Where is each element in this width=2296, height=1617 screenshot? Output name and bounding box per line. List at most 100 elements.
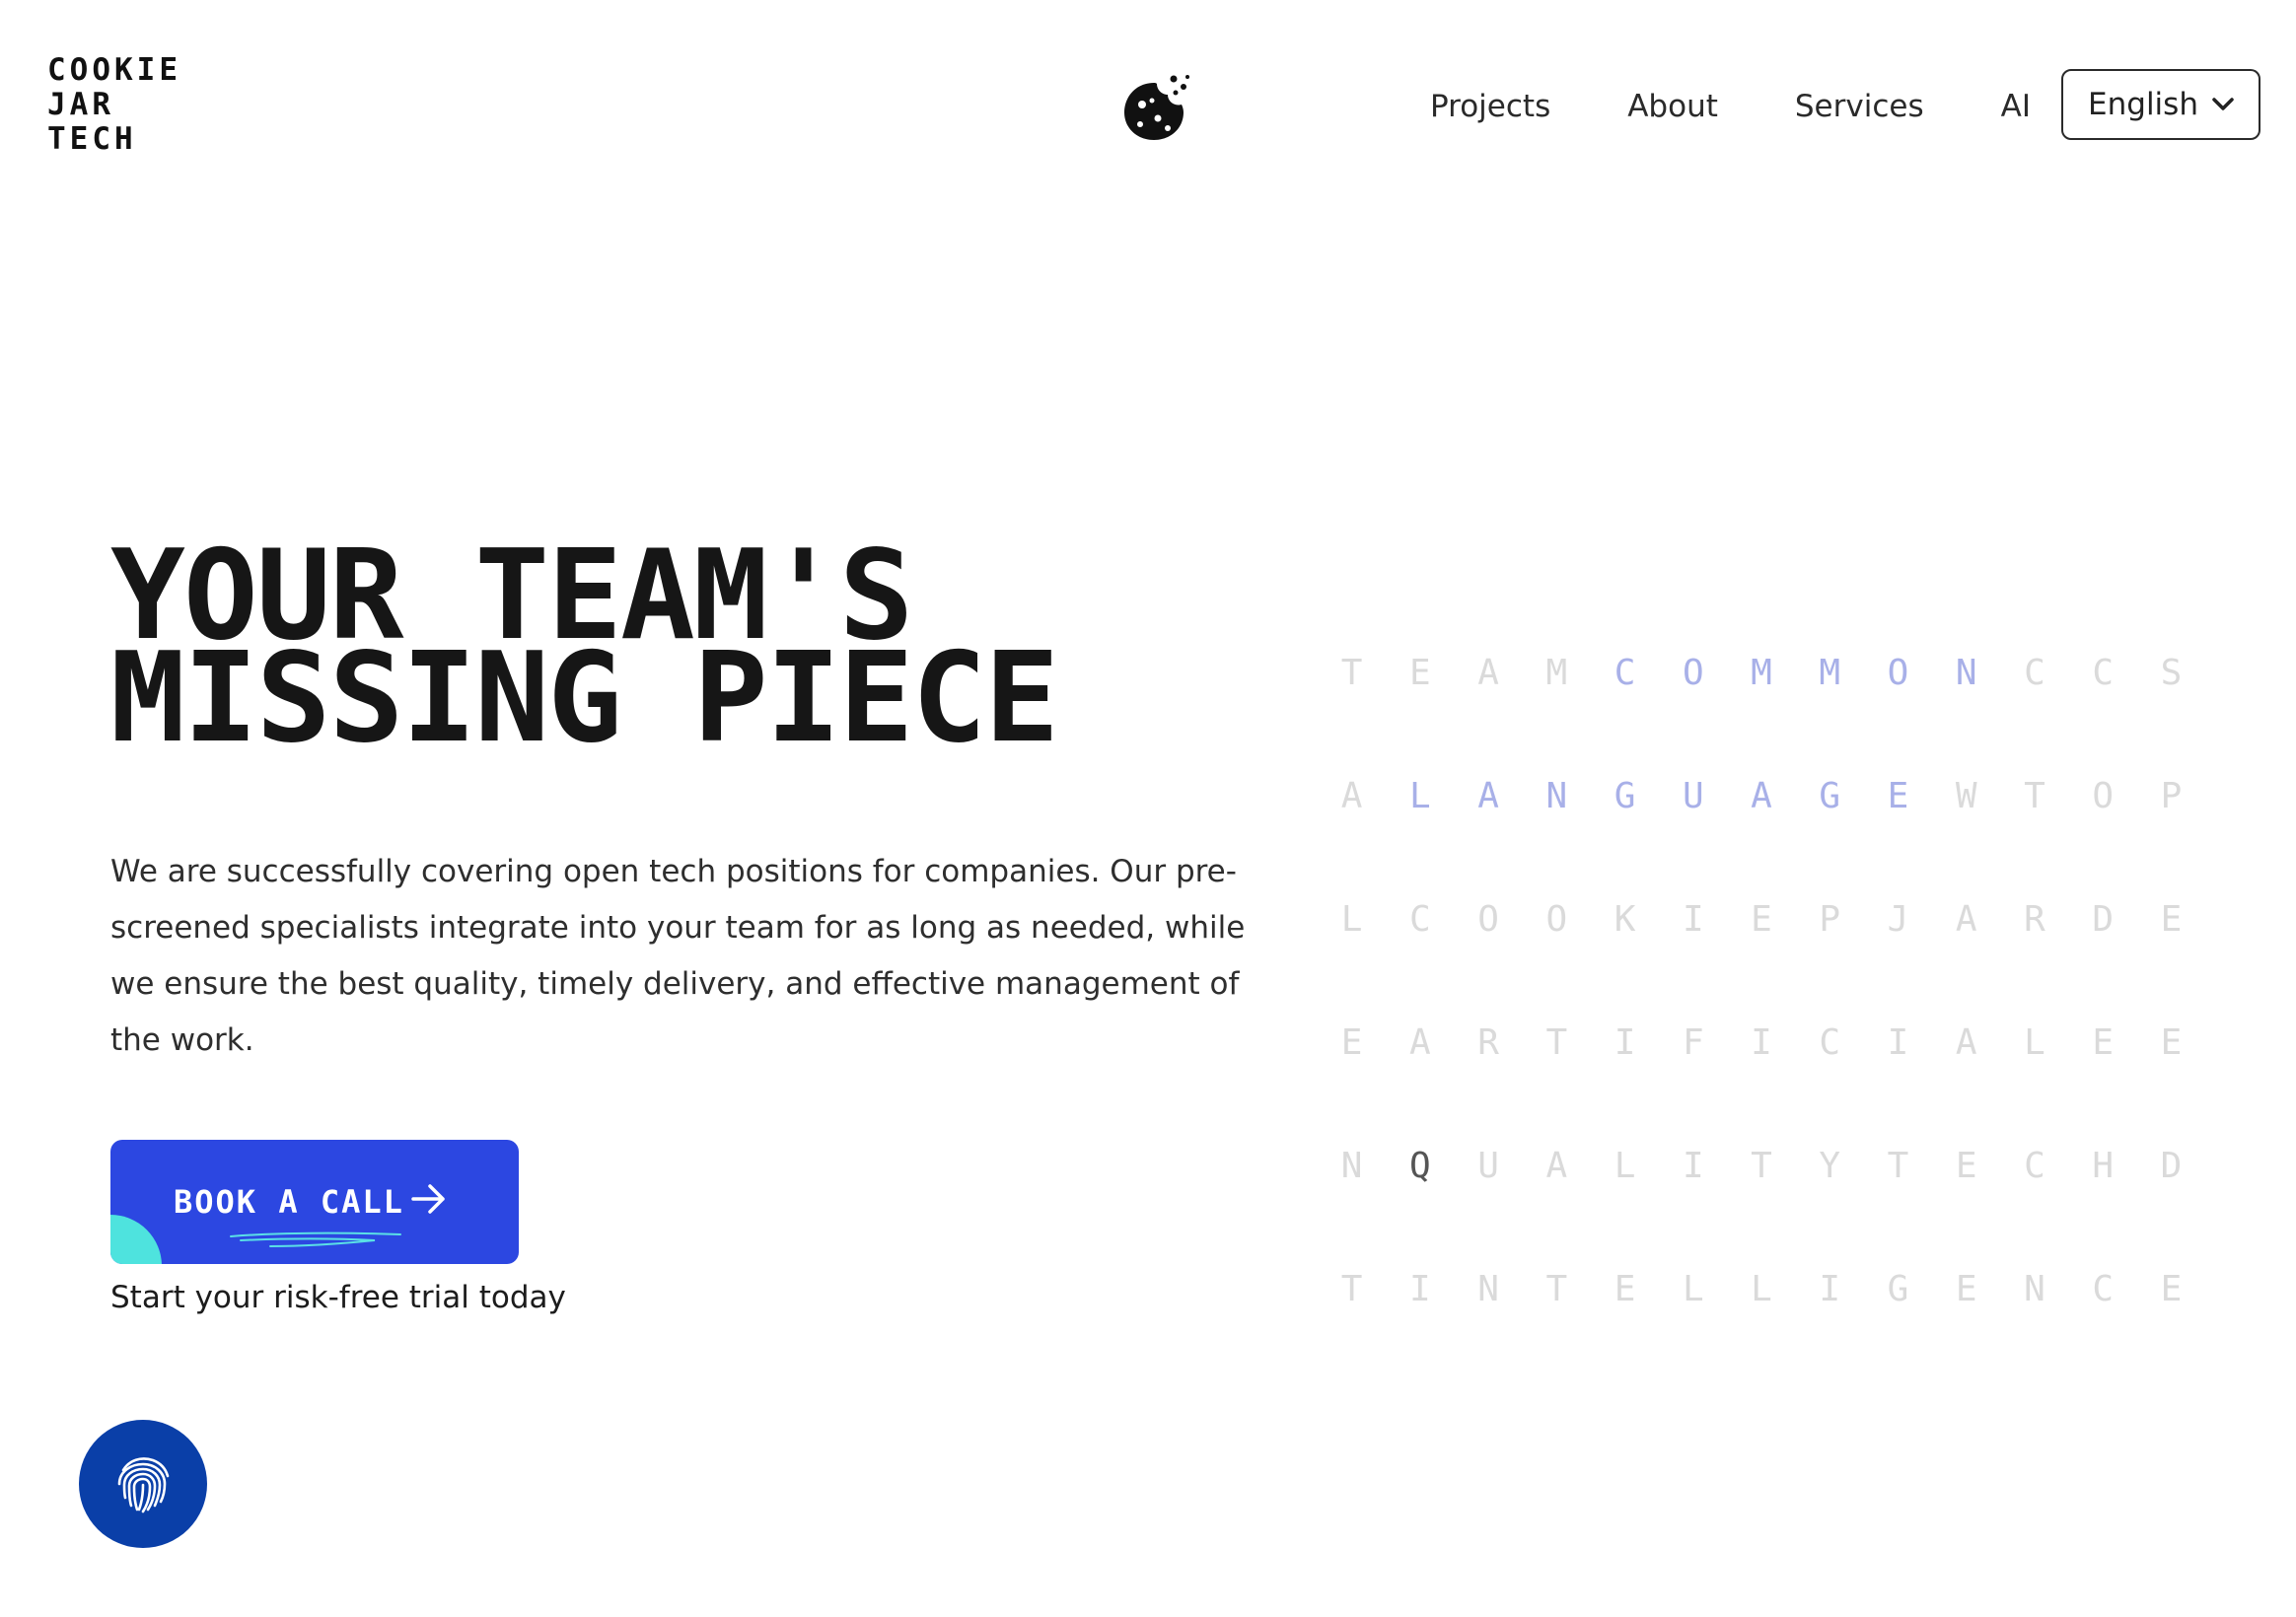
- letter-cell: A: [1477, 653, 1499, 693]
- letter-cell: P: [1819, 899, 1841, 940]
- letter-cell: A: [1409, 1022, 1431, 1063]
- book-call-label: BOOK A CALL: [174, 1183, 404, 1221]
- logo-line: TECH: [47, 121, 137, 157]
- letter-cell: W: [1955, 776, 1977, 816]
- letter-cell: K: [1614, 899, 1636, 940]
- letter-cell: M: [1545, 653, 1568, 693]
- letter-cell: O: [1682, 653, 1704, 693]
- cookie-icon[interactable]: [1120, 71, 1195, 142]
- letter-cell: A: [1751, 776, 1772, 816]
- site-logo[interactable]: COOKIE JAR TECH: [47, 53, 181, 157]
- letter-cell: O: [1887, 653, 1909, 693]
- letter-cell: J: [1887, 899, 1909, 940]
- nav-projects[interactable]: Projects: [1430, 89, 1550, 124]
- book-call-button[interactable]: BOOK A CALL: [110, 1140, 519, 1264]
- letter-cell: L: [2024, 1022, 2045, 1063]
- letter-grid-row: NQUALITYTECHD: [1318, 1104, 2205, 1228]
- letter-cell: L: [1614, 1146, 1636, 1186]
- letter-cell: A: [1545, 1146, 1568, 1186]
- letter-cell: P: [2160, 776, 2183, 816]
- language-select[interactable]: English: [2061, 69, 2260, 140]
- letter-grid-row: EARTIFICIALEE: [1318, 981, 2205, 1104]
- letter-cell: M: [1819, 653, 1841, 693]
- letter-cell: C: [2024, 1146, 2045, 1186]
- letter-cell: T: [1751, 1146, 1772, 1186]
- letter-cell: E: [2160, 899, 2183, 940]
- letter-cell: T: [1545, 1269, 1568, 1309]
- letter-cell: A: [1955, 1022, 1977, 1063]
- letter-cell: H: [2092, 1146, 2115, 1186]
- letter-cell: C: [1819, 1022, 1841, 1063]
- letter-cell: N: [1955, 653, 1977, 693]
- letter-cell: R: [2024, 899, 2045, 940]
- letter-grid-row: TINTELLIGENCE: [1318, 1228, 2205, 1351]
- letter-cell: I: [1409, 1269, 1431, 1309]
- letter-cell: A: [1340, 776, 1363, 816]
- letter-cell: E: [2092, 1022, 2115, 1063]
- fingerprint-button[interactable]: [79, 1420, 207, 1548]
- letter-cell: U: [1477, 1146, 1499, 1186]
- letter-cell: T: [2024, 776, 2045, 816]
- letter-cell: I: [1614, 1022, 1636, 1063]
- nav-about[interactable]: About: [1627, 89, 1718, 124]
- letter-cell: A: [1955, 899, 1977, 940]
- letter-cell: C: [2092, 653, 2115, 693]
- letter-cell: I: [1682, 899, 1704, 940]
- arrow-right-icon: [411, 1184, 445, 1214]
- letter-cell: E: [2160, 1022, 2183, 1063]
- logo-line: JAR: [47, 87, 114, 122]
- fingerprint-icon: [117, 1457, 170, 1513]
- letter-cell: E: [1340, 1022, 1363, 1063]
- letter-cell: L: [1751, 1269, 1772, 1309]
- letter-cell: A: [1477, 776, 1499, 816]
- letter-cell: T: [1340, 1269, 1363, 1309]
- nav-services[interactable]: Services: [1795, 89, 1924, 124]
- hero-description: We are successfully covering open tech p…: [110, 854, 1246, 1058]
- letter-cell: I: [1751, 1022, 1772, 1063]
- letter-cell: D: [2092, 899, 2115, 940]
- letter-grid-row: LCOOKIEPJARDE: [1318, 858, 2205, 981]
- letter-cell: E: [1409, 653, 1431, 693]
- letter-cell: T: [1545, 1022, 1568, 1063]
- letter-cell: D: [2160, 1146, 2183, 1186]
- letter-cell: N: [1340, 1146, 1363, 1186]
- letter-cell: E: [1955, 1146, 1977, 1186]
- main-nav: Projects About Services AI: [1430, 69, 2068, 144]
- letter-cell: G: [1819, 776, 1841, 816]
- letter-cell: Q: [1409, 1146, 1431, 1186]
- letter-cell: C: [1409, 899, 1431, 940]
- nav-ai[interactable]: AI: [2001, 89, 2031, 124]
- hero-title-line: MISSING PIECE: [110, 625, 1059, 770]
- letter-cell: L: [1682, 1269, 1704, 1309]
- letter-cell: I: [1819, 1269, 1841, 1309]
- letter-grid: T E A M C O M M O N C C S A L A N G U A G E W T O P L C O O K I E P J A R D E E…: [1318, 611, 2205, 1351]
- letter-cell: Y: [1819, 1146, 1841, 1186]
- letter-cell: N: [1545, 776, 1568, 816]
- letter-cell: N: [2024, 1269, 2045, 1309]
- letter-cell: E: [1887, 776, 1909, 816]
- letter-cell: C: [2024, 653, 2045, 693]
- letter-cell: E: [1955, 1269, 1977, 1309]
- letter-cell: L: [1340, 899, 1363, 940]
- letter-cell: M: [1751, 653, 1772, 693]
- letter-grid-row: ALANGUAGEWTOP: [1318, 735, 2205, 858]
- letter-grid-row: TEAMCOMMONCCS: [1318, 611, 2205, 735]
- chevron-down-icon: [2212, 98, 2234, 110]
- letter-cell: N: [1477, 1269, 1499, 1309]
- letter-cell: C: [1614, 653, 1636, 693]
- letter-cell: C: [2092, 1269, 2115, 1309]
- letter-cell: R: [1477, 1022, 1499, 1063]
- language-label: English: [2088, 87, 2198, 122]
- letter-cell: E: [1614, 1269, 1636, 1309]
- letter-cell: O: [2092, 776, 2115, 816]
- scribble-underline: [230, 1231, 401, 1247]
- letter-cell: O: [1477, 899, 1499, 940]
- letter-cell: S: [2160, 653, 2183, 693]
- letter-cell: U: [1682, 776, 1704, 816]
- letter-cell: I: [1682, 1146, 1704, 1186]
- cta-subtitle: Start your risk-free trial today: [110, 1280, 566, 1315]
- letter-cell: L: [1409, 776, 1431, 816]
- letter-cell: E: [2160, 1269, 2183, 1309]
- logo-line: COOKIE: [47, 52, 181, 88]
- letter-cell: G: [1887, 1269, 1909, 1309]
